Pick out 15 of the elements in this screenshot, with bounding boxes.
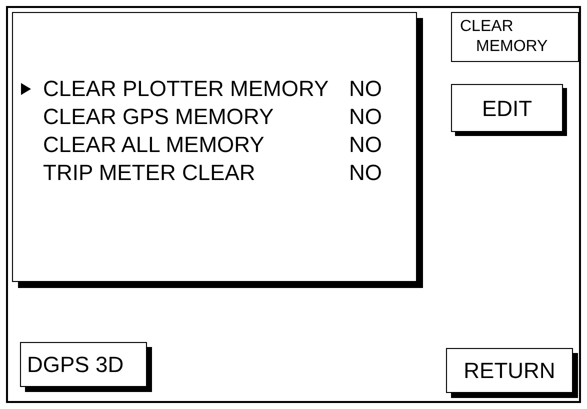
menu-item[interactable]: CLEAR ALL MEMORY NO [21,131,416,159]
menu-item[interactable]: TRIP METER CLEAR NO [21,159,416,187]
menu-title-line: MEMORY [475,37,549,57]
menu-item-value: NO [349,162,382,184]
menu-item-label: TRIP METER CLEAR [43,162,256,184]
menu-item[interactable]: CLEAR GPS MEMORY NO [21,103,416,131]
menu-item-label: CLEAR PLOTTER MEMORY [43,78,330,100]
menu-item[interactable]: CLEAR PLOTTER MEMORY NO [21,75,416,103]
menu-item-label: CLEAR ALL MEMORY [43,134,266,156]
menu-item-value: NO [349,106,382,128]
menu-title-line: CLEAR [460,17,514,37]
menu-item-label: CLEAR GPS MEMORY [43,106,275,128]
pointer-icon [21,83,31,95]
menu-item-value: NO [349,78,382,100]
menu-item-value: NO [349,134,382,156]
